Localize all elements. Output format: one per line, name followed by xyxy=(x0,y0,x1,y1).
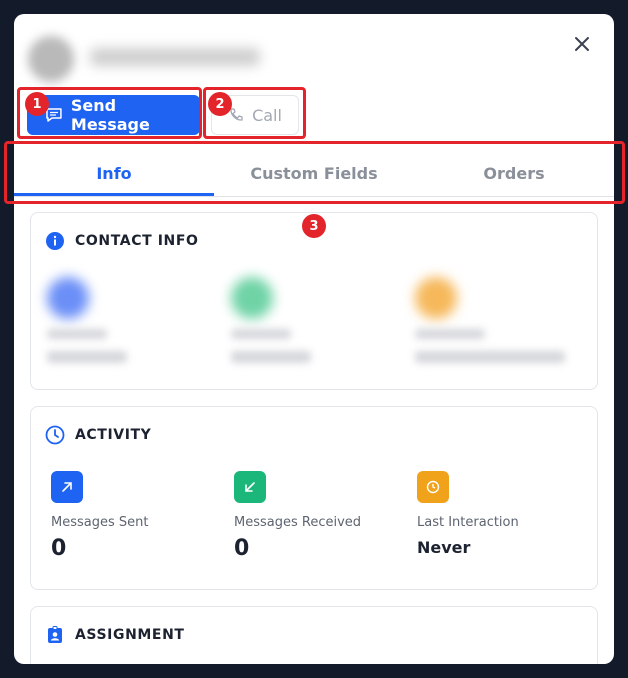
activity-heading: ACTIVITY xyxy=(45,425,151,445)
stat-label: Messages Received xyxy=(234,515,362,530)
contact-name-redacted xyxy=(90,48,260,66)
activity-card: ACTIVITY Messages Sent 0 Messages Receiv… xyxy=(30,406,598,590)
stat-last-interaction: Last Interaction Never xyxy=(417,471,587,557)
contact-info-card: CONTACT INFO xyxy=(30,212,598,390)
contact-info-title: CONTACT INFO xyxy=(75,233,199,249)
assignment-heading: ASSIGNMENT xyxy=(45,625,185,645)
assignment-card: ASSIGNMENT xyxy=(30,606,598,664)
assignment-title: ASSIGNMENT xyxy=(75,627,185,643)
arrow-up-right-icon xyxy=(51,471,83,503)
stat-label: Messages Sent xyxy=(51,515,149,530)
annotation-badge-2: 2 xyxy=(208,92,232,116)
clock-icon xyxy=(417,471,449,503)
info-icon xyxy=(46,232,64,250)
stat-value: 0 xyxy=(234,536,250,561)
stat-messages-received: Messages Received 0 xyxy=(234,471,404,561)
stat-value: 0 xyxy=(51,536,67,561)
contact-info-heading: CONTACT INFO xyxy=(45,231,198,251)
close-icon xyxy=(575,37,589,51)
stat-messages-sent: Messages Sent 0 xyxy=(51,471,221,561)
annotation-badge-1: 1 xyxy=(25,92,49,116)
annotation-badge-3: 3 xyxy=(302,214,326,238)
avatar xyxy=(28,36,74,82)
arrow-down-left-icon xyxy=(234,471,266,503)
activity-title: ACTIVITY xyxy=(75,427,152,443)
annotation-box-3 xyxy=(4,141,625,204)
close-button[interactable] xyxy=(570,32,594,56)
id-badge-icon xyxy=(48,626,62,643)
stat-value: Never xyxy=(417,538,471,557)
stat-label: Last Interaction xyxy=(417,515,519,530)
clock-icon xyxy=(45,425,65,445)
